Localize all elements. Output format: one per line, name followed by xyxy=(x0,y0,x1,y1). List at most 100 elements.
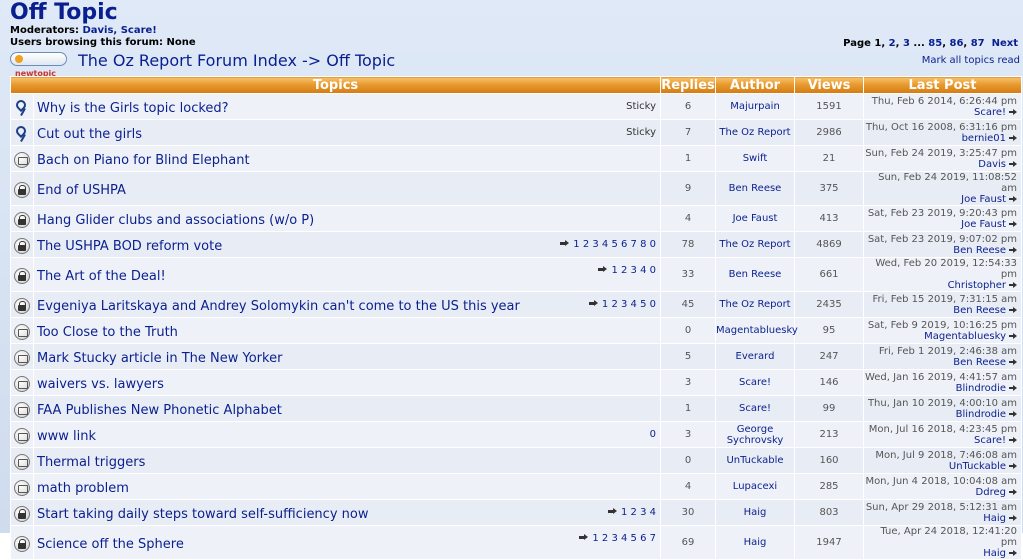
topic-title-link[interactable]: Too Close to the Truth xyxy=(34,325,178,340)
last-post-user-link[interactable]: Davis xyxy=(978,159,1006,170)
replies-count: 6 xyxy=(660,93,716,120)
replies-count: 78 xyxy=(660,231,716,258)
goto-last-post-icon[interactable] xyxy=(1009,282,1017,288)
topic-title-link[interactable]: Thermal triggers xyxy=(34,455,145,470)
last-post-user-link[interactable]: Magentabluesky xyxy=(924,331,1006,342)
topic-title-link[interactable]: Evgeniya Laritskaya and Andrey Solomykin… xyxy=(34,299,520,314)
last-post-user-link[interactable]: Christopher xyxy=(948,280,1006,291)
last-post-user-line: Blindrodie xyxy=(864,409,1017,420)
goto-last-post-icon[interactable] xyxy=(1009,246,1017,253)
last-post-user-link[interactable]: Joe Faust xyxy=(961,219,1006,230)
author-link[interactable]: Scare! xyxy=(715,395,795,422)
author-link[interactable]: Ben Reese xyxy=(715,257,795,292)
last-post-user-link[interactable]: Joe Faust xyxy=(961,194,1006,205)
goto-last-post-icon[interactable] xyxy=(1009,220,1017,227)
moderators-links[interactable]: Davis, Scare! xyxy=(82,25,156,36)
topic-page-links[interactable]: 1 2 3 4 5 6 7 xyxy=(592,533,656,544)
last-post-user-link[interactable]: Ben Reese xyxy=(953,305,1006,316)
topic-title-link[interactable]: www link xyxy=(34,429,96,444)
topic-title-link[interactable]: End of USHPA xyxy=(34,183,126,198)
goto-last-post-icon[interactable] xyxy=(1009,436,1017,443)
goto-page-icon[interactable] xyxy=(598,266,608,273)
last-post-user-link[interactable]: bernie01 xyxy=(962,133,1006,144)
last-post-user-link[interactable]: Ben Reese xyxy=(953,357,1006,368)
author-link[interactable]: Everard xyxy=(715,343,795,370)
goto-last-post-icon[interactable] xyxy=(1009,462,1017,469)
last-post-user-link[interactable]: UnTuckable xyxy=(949,461,1006,472)
topic-pages: 0 xyxy=(650,429,656,440)
topic-title-link[interactable]: Hang Glider clubs and associations (w/o … xyxy=(34,213,314,228)
topic-page-links[interactable]: 0 xyxy=(650,429,656,440)
last-post-user-link[interactable]: Ddreg xyxy=(976,487,1006,498)
goto-last-post-icon[interactable] xyxy=(1009,384,1017,391)
views-count: 413 xyxy=(794,205,864,232)
topic-status-cell xyxy=(10,145,34,172)
replies-count: 3 xyxy=(660,369,716,396)
page-link-3[interactable]: 3 xyxy=(903,38,910,49)
goto-last-post-icon[interactable] xyxy=(1009,550,1017,556)
author-link[interactable]: The Oz Report xyxy=(715,231,795,258)
topic-title-link[interactable]: Mark Stucky article in The New Yorker xyxy=(34,351,282,366)
topic-page-links[interactable]: 1 2 3 4 0 xyxy=(611,265,656,276)
next-page-link[interactable]: Next xyxy=(992,38,1018,49)
topic-title-link[interactable]: Start taking daily steps toward self-suf… xyxy=(34,507,368,522)
author-link[interactable]: Joe Faust xyxy=(715,205,795,232)
goto-page-icon[interactable] xyxy=(608,508,618,515)
goto-last-post-icon[interactable] xyxy=(1009,306,1017,313)
goto-last-post-icon[interactable] xyxy=(1009,160,1017,167)
goto-last-post-icon[interactable] xyxy=(1009,108,1017,115)
forum-title[interactable]: Off Topic xyxy=(10,0,118,25)
goto-last-post-icon[interactable] xyxy=(1009,196,1017,202)
page-link-86[interactable]: 86 xyxy=(950,38,964,49)
page-link-87[interactable]: 87 xyxy=(971,38,985,49)
topic-title-link[interactable]: math problem xyxy=(34,481,129,496)
topic-page-links[interactable]: 1 2 3 4 5 0 xyxy=(602,299,656,310)
goto-page-icon[interactable] xyxy=(579,534,589,541)
author-link[interactable]: Scare! xyxy=(715,369,795,396)
goto-last-post-icon[interactable] xyxy=(1009,488,1017,495)
new-topic-button[interactable]: newtopic xyxy=(10,52,67,78)
author-link[interactable]: Haig xyxy=(715,525,795,560)
author-link[interactable]: George Sychrovsky xyxy=(715,421,795,448)
author-link[interactable]: The Oz Report xyxy=(715,119,795,146)
last-post-user-link[interactable]: Blindrodie xyxy=(956,409,1006,420)
goto-last-post-icon[interactable] xyxy=(1009,358,1017,365)
author-link[interactable]: Ben Reese xyxy=(715,171,795,206)
author-link[interactable]: Majurpain xyxy=(715,93,795,120)
last-post-user-link[interactable]: Haig xyxy=(983,513,1006,524)
topic-title-link[interactable]: Bach on Piano for Blind Elephant xyxy=(34,153,250,168)
topic-cell: Science off the Sphere 1 2 3 4 5 6 7 xyxy=(33,525,661,560)
page-link-85[interactable]: 85 xyxy=(928,38,942,49)
author-link[interactable]: Swift xyxy=(715,145,795,172)
author-link[interactable]: UnTuckable xyxy=(715,447,795,474)
mark-all-read-link[interactable]: Mark all topics read xyxy=(922,55,1020,66)
goto-page-icon[interactable] xyxy=(588,300,599,307)
topic-title-link[interactable]: waivers vs. lawyers xyxy=(34,377,164,392)
topic-title-link[interactable]: The USHPA BOD reform vote xyxy=(34,239,222,254)
last-post-user-link[interactable]: Scare! xyxy=(974,107,1006,118)
goto-last-post-icon[interactable] xyxy=(1009,332,1017,339)
goto-last-post-icon[interactable] xyxy=(1009,134,1017,141)
topic-title-link[interactable]: Cut out the girls xyxy=(34,127,142,142)
topic-title-link[interactable]: Science off the Sphere xyxy=(34,537,184,552)
author-link[interactable]: Lupacexi xyxy=(715,473,795,500)
goto-page-icon[interactable] xyxy=(560,240,570,247)
last-post-user-link[interactable]: Blindrodie xyxy=(956,383,1006,394)
last-post-date: Sat, Feb 23 2019, 9:20:43 pm xyxy=(867,207,1017,219)
topic-title-link[interactable]: The Art of the Deal! xyxy=(34,269,166,284)
topic-page-links[interactable]: 1 2 3 4 xyxy=(621,507,656,518)
goto-last-post-icon[interactable] xyxy=(1009,514,1017,521)
author-link[interactable]: The Oz Report xyxy=(715,291,795,318)
topic-title-link[interactable]: FAA Publishes New Phonetic Alphabet xyxy=(34,403,282,418)
last-post-user-link[interactable]: Ben Reese xyxy=(953,245,1006,256)
last-post-user-link[interactable]: Haig xyxy=(983,548,1006,559)
page-link-2[interactable]: 2 xyxy=(889,38,896,49)
topic-title-link[interactable]: Why is the Girls topic locked? xyxy=(34,101,229,116)
author-link[interactable]: Haig xyxy=(715,499,795,526)
last-post-user-link[interactable]: Scare! xyxy=(974,435,1006,446)
goto-last-post-icon[interactable] xyxy=(1009,410,1017,417)
breadcrumb-link[interactable]: The Oz Report Forum Index -> Off Topic xyxy=(78,51,395,70)
author-link[interactable]: Magentabluesky xyxy=(715,317,798,344)
topic-page-links[interactable]: 1 2 3 4 5 6 7 8 0 xyxy=(573,239,656,250)
page-sep: , xyxy=(895,38,900,49)
